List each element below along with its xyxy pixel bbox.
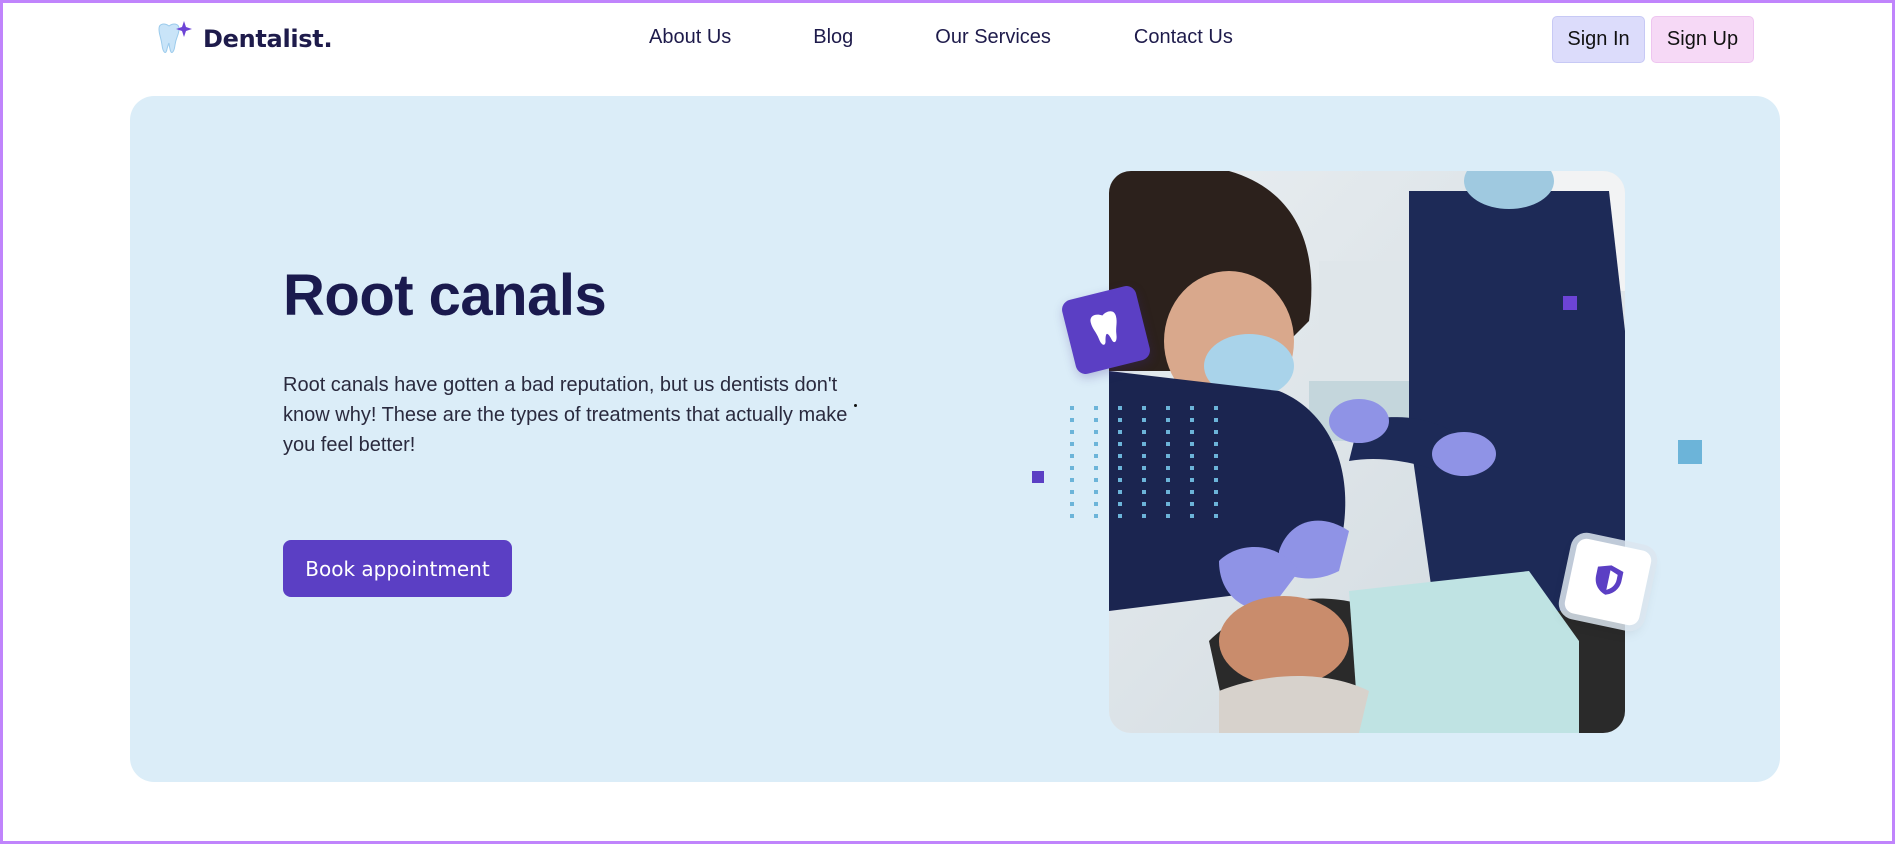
decorative-dot — [854, 404, 857, 407]
shield-badge — [1562, 536, 1654, 628]
main-nav: About Us Blog Our Services Contact Us — [649, 26, 1233, 49]
book-appointment-button[interactable]: Book appointment — [283, 540, 512, 597]
brand-logo[interactable]: Dentalist. — [153, 19, 333, 59]
brand-name: Dentalist. — [203, 25, 333, 53]
hero-title: Root canals — [283, 263, 607, 328]
sign-up-button[interactable]: Sign Up — [1651, 16, 1754, 63]
sign-in-button[interactable]: Sign In — [1552, 16, 1645, 63]
tooth-icon — [1084, 305, 1127, 355]
decorative-square-purple-small — [1563, 296, 1577, 310]
hero-description: Root canals have gotten a bad reputation… — [283, 374, 848, 456]
nav-contact-us[interactable]: Contact Us — [1134, 26, 1233, 49]
nav-blog[interactable]: Blog — [813, 26, 853, 49]
decorative-square-purple — [1032, 471, 1044, 483]
shield-icon — [1588, 560, 1627, 605]
decorative-dot-grid — [1070, 406, 1218, 518]
tooth-sparkle-icon — [153, 19, 195, 59]
decorative-square-blue — [1678, 440, 1702, 464]
nav-our-services[interactable]: Our Services — [935, 26, 1051, 49]
nav-about-us[interactable]: About Us — [649, 26, 731, 49]
